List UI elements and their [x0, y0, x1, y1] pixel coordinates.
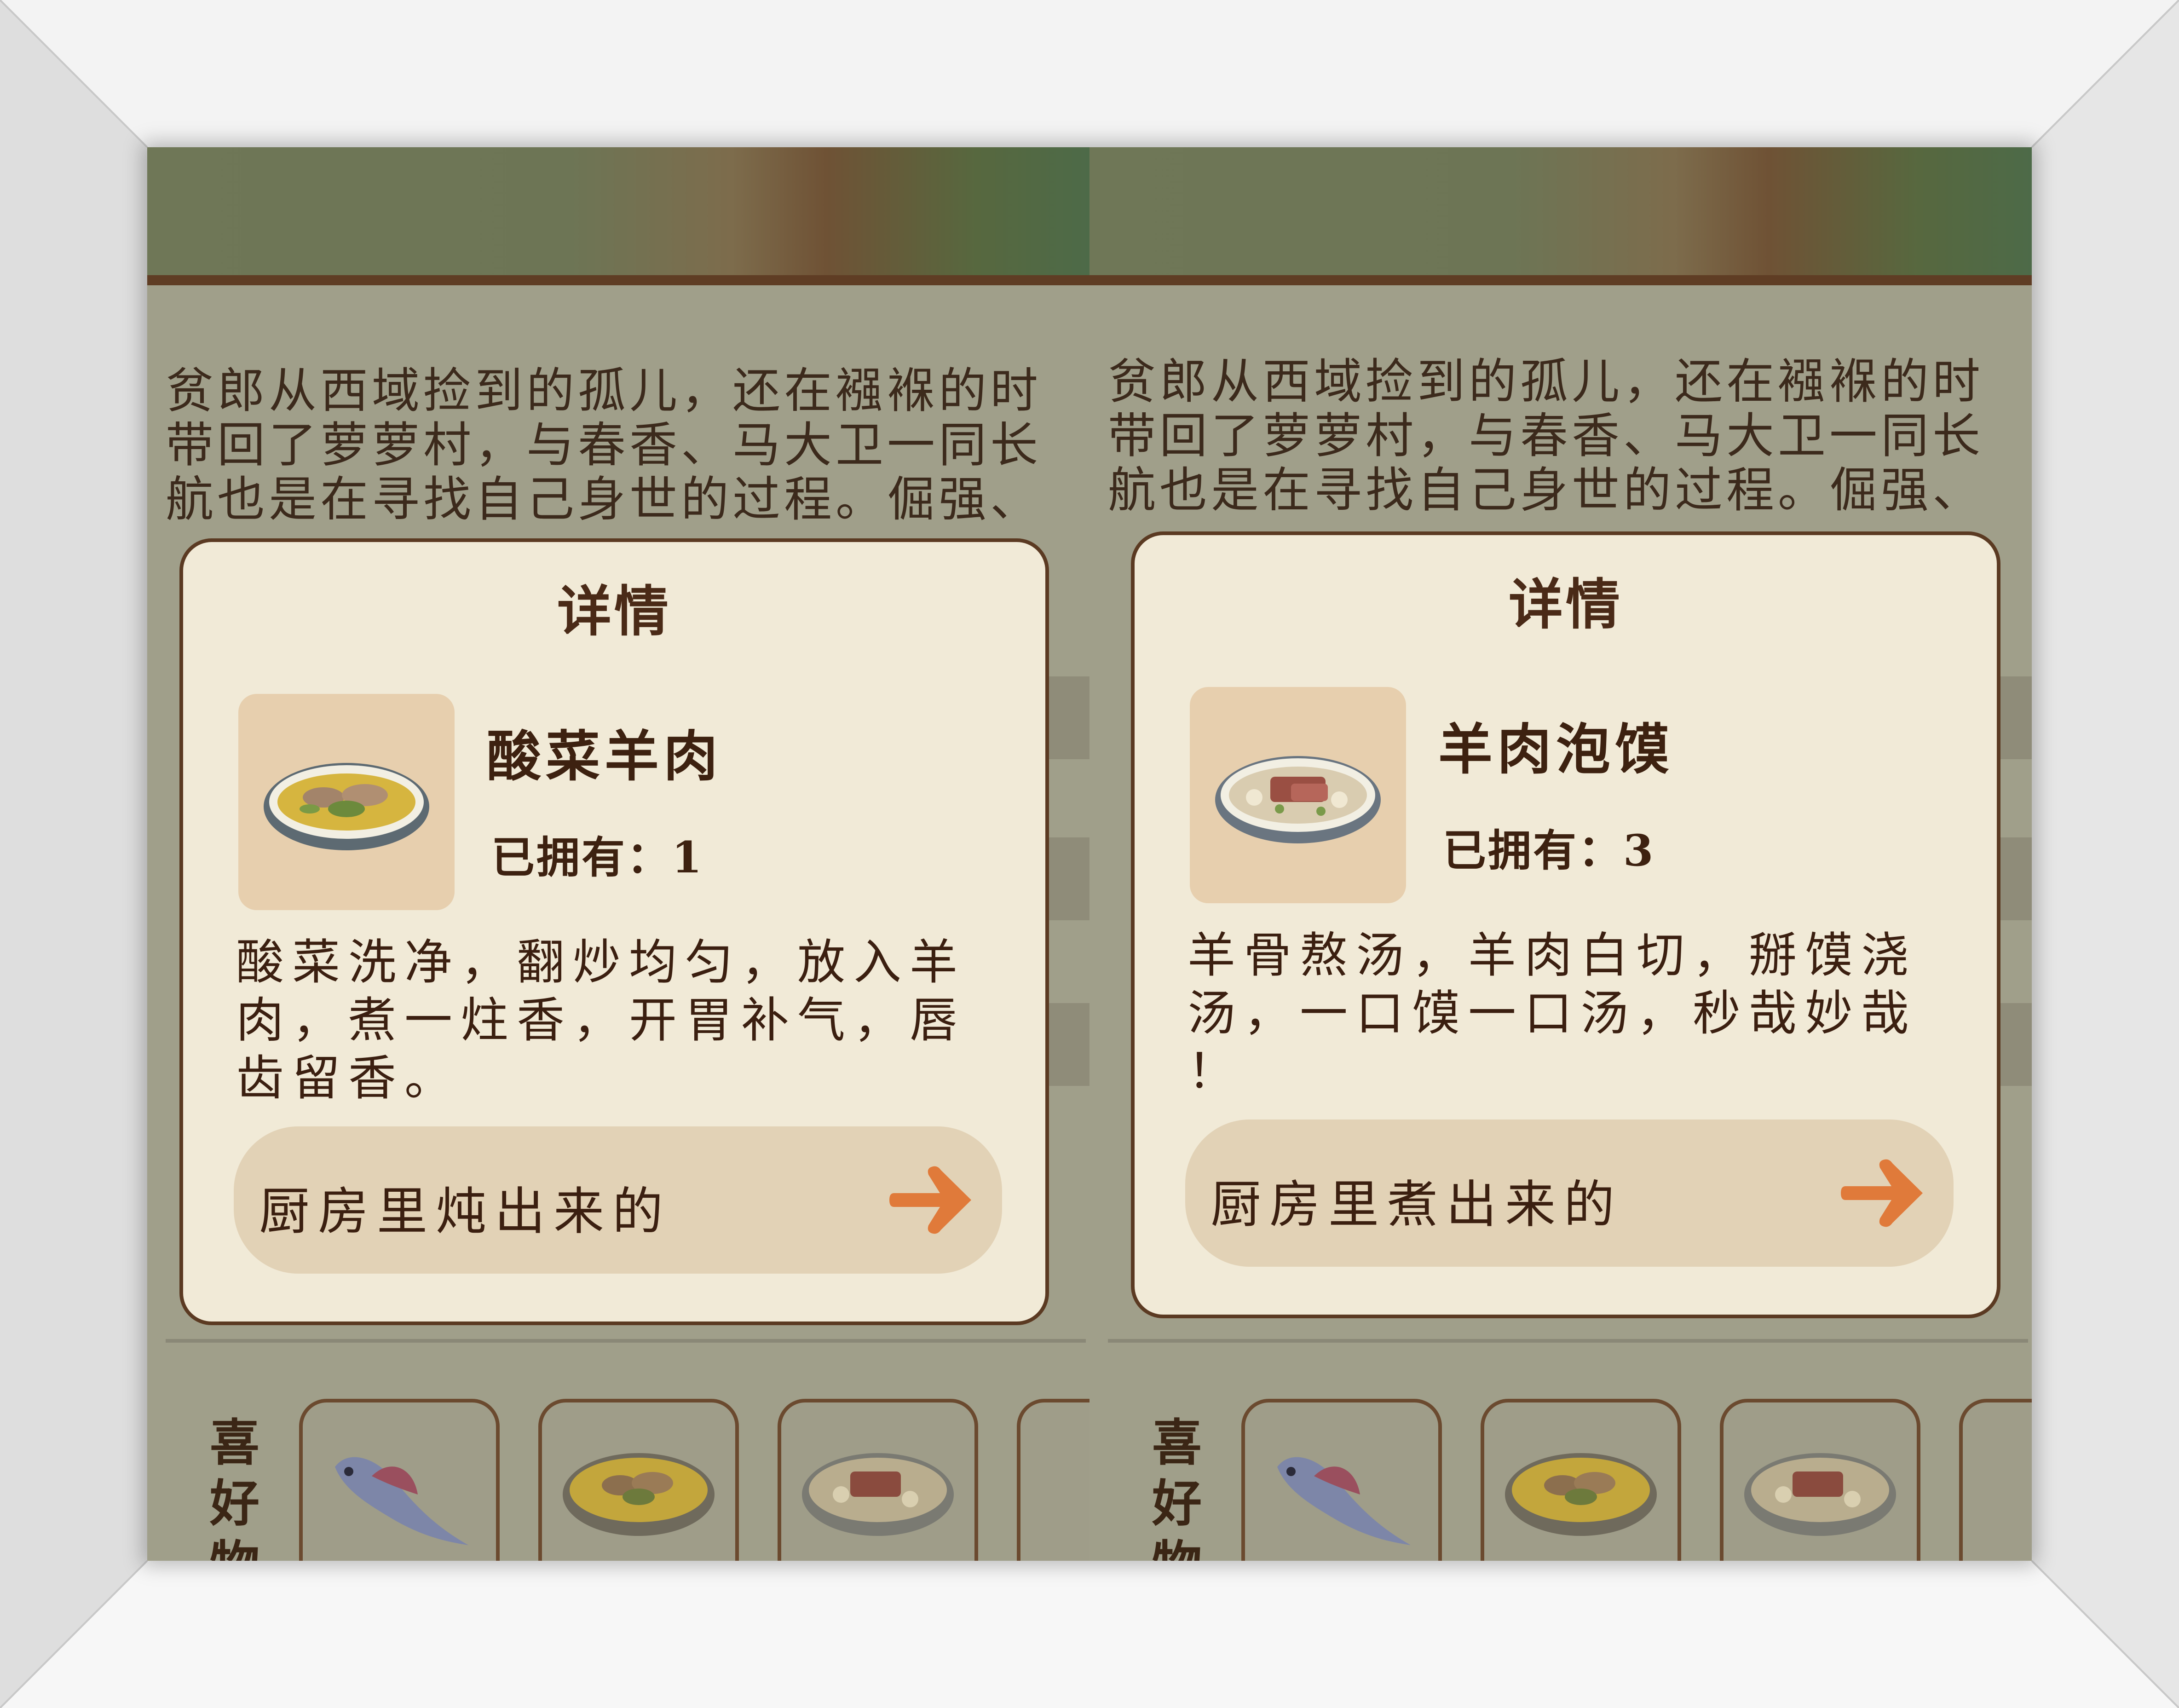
screenshot-left: 贫郎从西域捡到的孤儿，还在襁褓的时 带回了萝萝村，与春香、马大卫一同长 航也是在寻找…: [147, 147, 1090, 1561]
source-button[interactable]: 厨房里煮出来的: [1185, 1119, 1954, 1267]
fish-icon: [1277, 1457, 1411, 1545]
side-tab[interactable]: [1045, 837, 1090, 920]
favorite-slot-dish-2[interactable]: [778, 1399, 978, 1561]
fish-icon: [335, 1457, 468, 1545]
screenshot-right: 贫郎从西域捡到的孤儿，还在襁褓的时 带回了萝萝村，与春香、马大卫一同长 航也是在寻找…: [1090, 147, 2032, 1561]
mutton-paomo-icon: [1215, 756, 1381, 843]
favorite-slot-fish[interactable]: [299, 1399, 500, 1561]
favorite-slot-partial[interactable]: [1959, 1399, 2032, 1561]
side-tab[interactable]: [1045, 1003, 1090, 1086]
bio-line: 贫郎从西域捡到的孤儿，还在襁褓的时: [166, 363, 1042, 419]
detail-dialog: 详情 羊肉泡馍 已拥有：3 羊骨熬汤，羊肉白切，掰馍浇 汤，一口馍一口汤，秒哉妙…: [1131, 531, 2000, 1318]
bio-line: 带回了萝萝村，与春香、马大卫一同长: [166, 417, 1042, 473]
character-bio: 贫郎从西域捡到的孤儿，还在襁褓的时 带回了萝萝村，与春香、马大卫一同长 航也是在寻找…: [1108, 354, 2032, 517]
sauerkraut-mutton-icon: [1505, 1453, 1657, 1536]
favorites-label: 喜 好 物: [1152, 1414, 1202, 1561]
owned-value: 3: [1623, 825, 1655, 876]
source-button[interactable]: 厨房里炖出来的: [234, 1126, 1002, 1274]
bio-line: 航也是在寻找自己身世的过程。倔强、: [166, 471, 1042, 527]
owned-value: 1: [672, 832, 704, 883]
food-description: 羊骨熬汤，羊肉白切，掰馍浇 汤，一口馍一口汤，秒哉妙哉 ！: [1187, 927, 1918, 1099]
sauerkraut-mutton-icon: [563, 1453, 715, 1536]
arrow-right-icon: [889, 1166, 971, 1234]
bio-line: 航也是在寻找自己身世的过程。倔强、: [1108, 462, 1984, 518]
food-image-tile: [238, 694, 455, 910]
favorite-slot-fish[interactable]: [1241, 1399, 1442, 1561]
source-label: 厨房里煮出来的: [1211, 1175, 1623, 1234]
dialog-title: 详情: [557, 579, 671, 643]
food-image-tile: [1190, 687, 1406, 903]
food-name: 羊肉泡馍: [1438, 717, 1674, 781]
divider: [1108, 1339, 2028, 1343]
detail-dialog: 详情 酸菜羊肉 已拥有：1 酸菜洗净，翻炒均匀，放入羊 肉，煮一炷香，开胃补气，…: [179, 538, 1049, 1325]
divider: [166, 1339, 1086, 1343]
mutton-paomo-icon: [1744, 1453, 1896, 1536]
sauerkraut-mutton-icon: [264, 763, 429, 850]
dialog-title: 详情: [1508, 572, 1623, 636]
food-description: 酸菜洗净，翻炒均匀，放入羊 肉，煮一炷香，开胃补气，唇 齿留香。: [236, 934, 966, 1106]
source-label: 厨房里炖出来的: [259, 1182, 671, 1241]
owned-label: 已拥有：: [491, 832, 672, 883]
header-banner: [1090, 147, 2032, 285]
favorite-slot-partial[interactable]: [1017, 1399, 1090, 1561]
owned-count: 已拥有：1: [491, 823, 703, 885]
owned-label: 已拥有：: [1443, 825, 1624, 876]
side-tab[interactable]: [1045, 676, 1090, 759]
header-banner: [147, 147, 1090, 285]
character-bio: 贫郎从西域捡到的孤儿，还在襁褓的时 带回了萝萝村，与春香、马大卫一同长 航也是在寻找…: [166, 364, 1090, 526]
favorite-slot-dish-2[interactable]: [1720, 1399, 1920, 1561]
favorites-label: 喜 好 物: [209, 1414, 259, 1561]
favorite-slot-dish-1[interactable]: [1481, 1399, 1681, 1561]
mutton-paomo-icon: [802, 1453, 954, 1536]
arrow-right-icon: [1841, 1159, 1923, 1227]
bio-line: 带回了萝萝村，与春香、马大卫一同长: [1108, 408, 1984, 464]
food-name: 酸菜羊肉: [487, 724, 723, 788]
favorite-slot-dish-1[interactable]: [538, 1399, 739, 1561]
owned-count: 已拥有：3: [1443, 816, 1655, 878]
bio-line: 贫郎从西域捡到的孤儿，还在襁褓的时: [1108, 353, 1984, 410]
